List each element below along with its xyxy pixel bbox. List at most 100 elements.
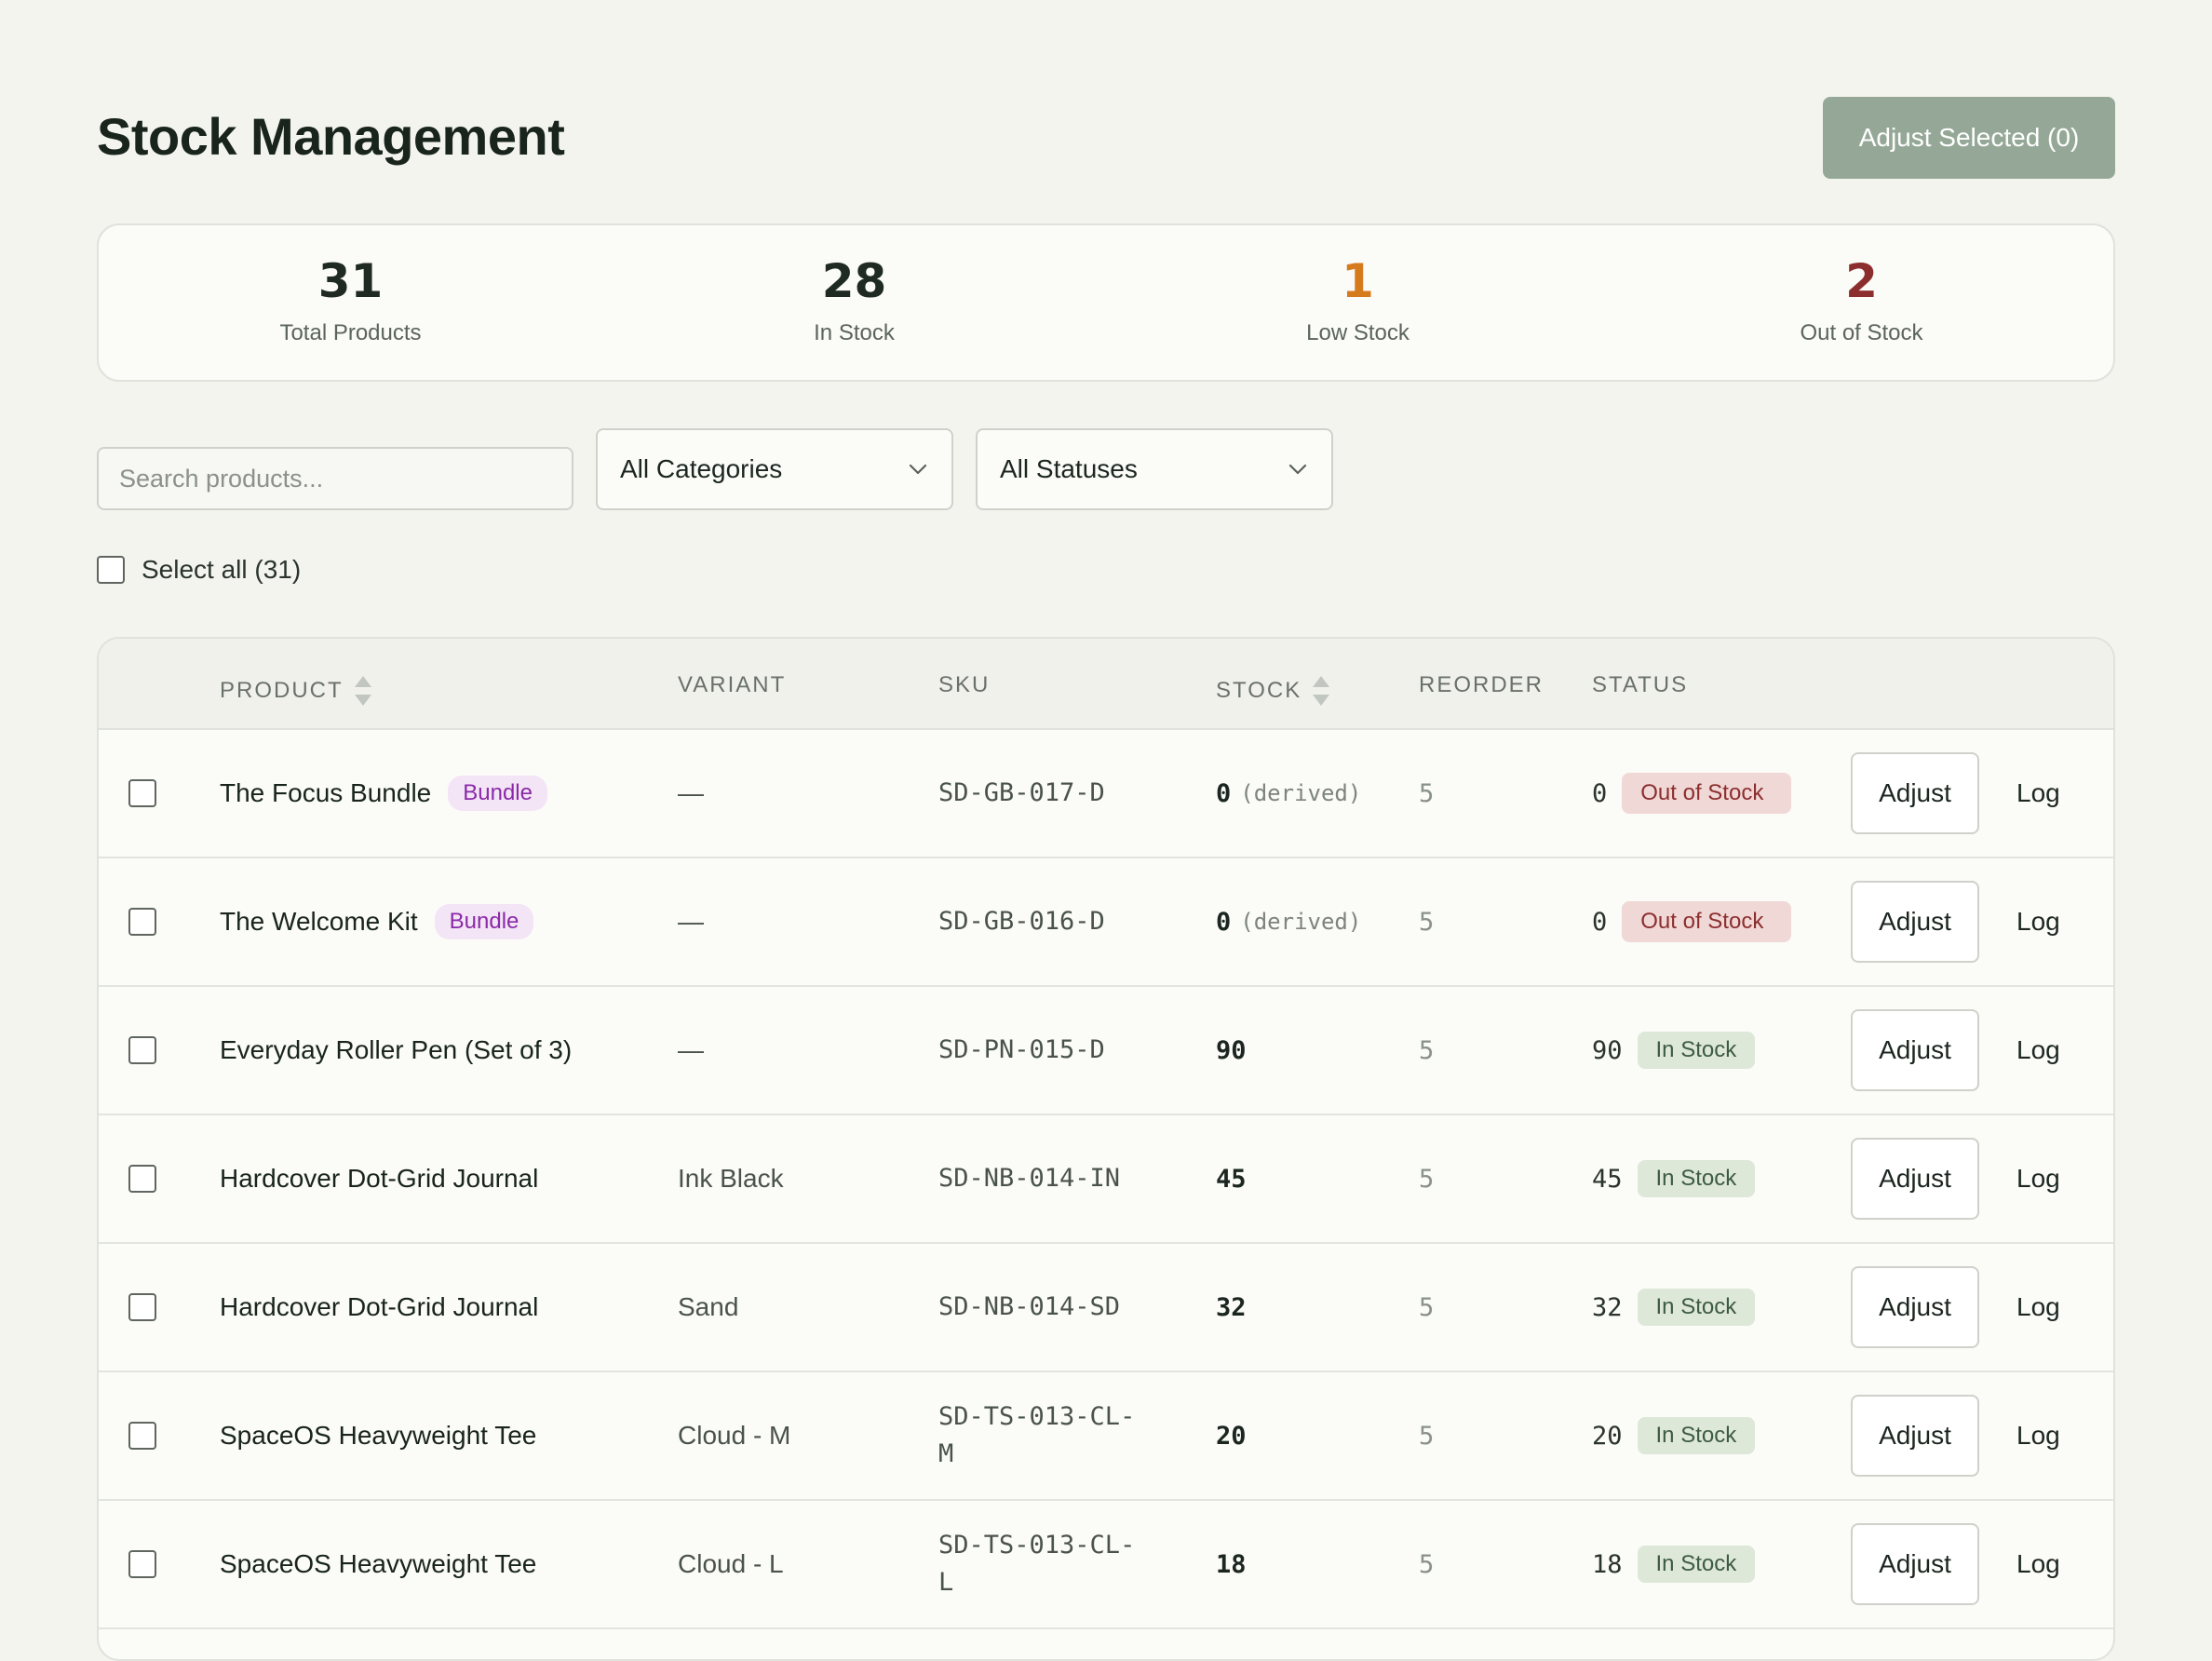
- adjust-cell: Adjust: [1851, 987, 1979, 1114]
- column-header-stock[interactable]: STOCK: [1216, 672, 1331, 709]
- status-cell: 32 In Stock: [1592, 1244, 1756, 1371]
- row-checkbox[interactable]: [128, 779, 156, 807]
- adjust-cell: Adjust: [1851, 1372, 1979, 1499]
- adjust-cell: Adjust: [1851, 1115, 1979, 1242]
- product-name: Hardcover Dot-Grid Journal: [220, 1164, 539, 1193]
- adjust-button[interactable]: Adjust: [1851, 752, 1979, 834]
- stat-low-stock: 1 Low Stock: [1106, 225, 1610, 380]
- adjust-button[interactable]: Adjust: [1851, 881, 1979, 963]
- stat-out-of-stock: 2 Out of Stock: [1610, 225, 2113, 380]
- adjust-button[interactable]: Adjust: [1851, 1266, 1979, 1348]
- variant-cell: —: [678, 1035, 704, 1064]
- bundle-badge: Bundle: [448, 776, 547, 811]
- reorder-cell: 5: [1419, 778, 1435, 808]
- stock-value: 18: [1216, 1549, 1247, 1579]
- stock-cell: 0 (derived): [1216, 730, 1361, 857]
- sort-icon: [1313, 676, 1330, 706]
- status-quantity: 0: [1592, 778, 1608, 808]
- sku-cell: SD-PN-015-D: [938, 1035, 1105, 1064]
- status-badge: In Stock: [1637, 1289, 1756, 1326]
- derived-label: (derived): [1240, 780, 1362, 806]
- table-row: The Focus Bundle Bundle — SD-GB-017-D 0 (deri…: [99, 730, 2113, 858]
- search-input[interactable]: [97, 447, 573, 510]
- stock-value: 90: [1216, 1035, 1247, 1065]
- chevron-down-icon: [1288, 464, 1307, 475]
- stock-value: 45: [1216, 1164, 1247, 1194]
- status-select[interactable]: All Statuses: [976, 428, 1333, 510]
- adjust-button[interactable]: Adjust: [1851, 1523, 1979, 1605]
- stock-value: 0: [1216, 907, 1232, 937]
- variant-cell: Cloud - M: [678, 1421, 791, 1450]
- status-cell: 90 In Stock: [1592, 987, 1756, 1114]
- reorder-cell: 5: [1419, 1164, 1435, 1194]
- product-name: The Focus Bundle: [220, 778, 432, 807]
- stock-cell: 18: [1216, 1501, 1247, 1627]
- table-row: Hardcover Dot-Grid Journal Ink Black SD-NB…: [99, 1115, 2113, 1244]
- row-checkbox[interactable]: [128, 1422, 156, 1450]
- column-header-label: PRODUCT: [220, 678, 344, 703]
- status-cell: 0 Out of Stock: [1592, 858, 1792, 985]
- log-link[interactable]: Log: [2016, 1244, 2060, 1371]
- variant-cell: —: [678, 778, 704, 807]
- status-quantity: 20: [1592, 1421, 1623, 1451]
- category-select[interactable]: All Categories: [596, 428, 953, 510]
- adjust-button[interactable]: Adjust: [1851, 1138, 1979, 1220]
- stat-value: 2: [1845, 254, 1878, 308]
- log-link[interactable]: Log: [2016, 858, 2060, 985]
- product-name: SpaceOS Heavyweight Tee: [220, 1421, 537, 1450]
- status-cell: 18 In Stock: [1592, 1501, 1756, 1627]
- chevron-down-icon: [909, 464, 927, 475]
- table-header: PRODUCT VARIANT SKU STOCK REORDER STATUS: [99, 639, 2113, 730]
- product-name: Everyday Roller Pen (Set of 3): [220, 1035, 573, 1064]
- adjust-button[interactable]: Adjust: [1851, 1009, 1979, 1091]
- table-row: SpaceOS Heavyweight Tee Cloud - M SD-TS-01…: [99, 1372, 2113, 1501]
- stat-label: Total Products: [279, 320, 422, 345]
- category-select-value: All Categories: [620, 454, 783, 483]
- log-link[interactable]: Log: [2016, 730, 2060, 857]
- table-row: SpaceOS Heavyweight Tee Cloud - L SD-TS-01…: [99, 1501, 2113, 1629]
- adjust-cell: Adjust: [1851, 858, 1979, 985]
- product-name: The Welcome Kit: [220, 907, 418, 936]
- column-header-reorder: REORDER: [1419, 672, 1544, 698]
- product-name: Hardcover Dot-Grid Journal: [220, 1292, 539, 1321]
- row-checkbox[interactable]: [128, 1165, 156, 1193]
- adjust-button[interactable]: Adjust: [1851, 1395, 1979, 1477]
- table-row: Everyday Roller Pen (Set of 3) — SD-PN-015…: [99, 987, 2113, 1115]
- log-link[interactable]: Log: [2016, 1372, 2060, 1499]
- product-name: SpaceOS Heavyweight Tee: [220, 1549, 537, 1578]
- select-all-checkbox[interactable]: [97, 556, 125, 584]
- sku-cell: SD-NB-014-SD: [938, 1292, 1121, 1321]
- column-header-label: STOCK: [1216, 678, 1302, 703]
- row-checkbox[interactable]: [128, 1550, 156, 1578]
- stock-cell: 32: [1216, 1244, 1247, 1371]
- select-all-label: Select all (31): [142, 555, 302, 584]
- status-quantity: 32: [1592, 1292, 1623, 1322]
- table-row: Hardcover Dot-Grid Journal Sand SD-NB-014-…: [99, 1244, 2113, 1372]
- status-quantity: 0: [1592, 907, 1608, 937]
- stock-value: 32: [1216, 1292, 1247, 1322]
- log-link[interactable]: Log: [2016, 1501, 2060, 1627]
- log-link[interactable]: Log: [2016, 1115, 2060, 1242]
- variant-cell: Cloud - L: [678, 1549, 784, 1578]
- stock-cell: 0 (derived): [1216, 858, 1361, 985]
- column-header-label: REORDER: [1419, 672, 1544, 697]
- row-checkbox[interactable]: [128, 908, 156, 936]
- log-link[interactable]: Log: [2016, 987, 2060, 1114]
- adjust-selected-button[interactable]: Adjust Selected (0): [1823, 97, 2115, 179]
- table-row: The Welcome Kit Bundle — SD-GB-016-D 0 (deriv…: [99, 858, 2113, 987]
- page-header: Stock Management Adjust Selected (0): [97, 97, 2115, 179]
- status-badge: Out of Stock: [1622, 773, 1792, 814]
- reorder-cell: 5: [1419, 1421, 1435, 1451]
- column-header-sku: SKU: [938, 672, 990, 698]
- stock-cell: 90: [1216, 987, 1247, 1114]
- column-header-label: VARIANT: [678, 672, 787, 697]
- stat-total-products: 31 Total Products: [99, 225, 602, 380]
- row-checkbox[interactable]: [128, 1293, 156, 1321]
- sort-icon: [354, 676, 371, 706]
- stat-label: In Stock: [814, 320, 895, 345]
- filters-bar: All Categories All Statuses: [97, 428, 2115, 510]
- variant-cell: Sand: [678, 1292, 739, 1321]
- page-title: Stock Management: [97, 107, 565, 166]
- column-header-product[interactable]: PRODUCT: [220, 672, 373, 709]
- row-checkbox[interactable]: [128, 1036, 156, 1064]
